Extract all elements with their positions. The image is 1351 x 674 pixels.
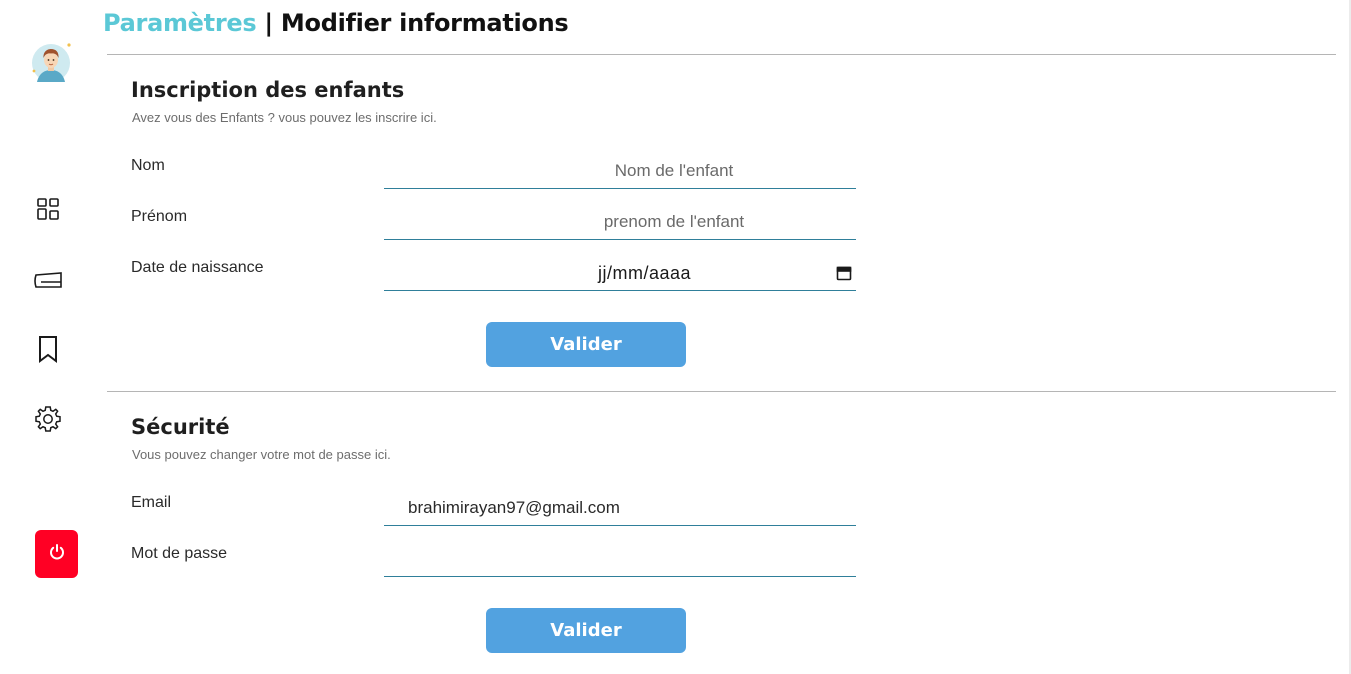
logout-button[interactable] [35, 530, 78, 578]
header-divider [107, 54, 1336, 55]
breadcrumb-separator: | [256, 9, 281, 37]
gear-icon[interactable] [32, 403, 64, 435]
breadcrumb-section[interactable]: Paramètres [103, 9, 257, 37]
section-title: Sécurité [131, 415, 230, 439]
section-title: Inscription des enfants [131, 78, 405, 102]
calendar-icon[interactable] [836, 265, 852, 281]
birthdate-value: jj/mm/aaaa [598, 263, 692, 283]
email-field[interactable] [384, 490, 856, 526]
child-firstname-label: Prénom [131, 208, 188, 225]
birthdate-input[interactable]: jj/mm/aaaa [384, 255, 856, 291]
email-label: Email [131, 494, 172, 511]
power-icon [48, 543, 66, 566]
child-name-label: Nom [131, 157, 165, 174]
dashboard-icon[interactable] [32, 193, 64, 225]
user-avatar[interactable] [28, 40, 74, 86]
password-field[interactable] [384, 541, 856, 577]
bookmark-icon[interactable] [32, 333, 64, 365]
breadcrumb-current: Modifier informations [280, 9, 569, 37]
section-subtitle: Vous pouvez changer votre mot de passe i… [132, 447, 391, 462]
child-firstname-input[interactable] [384, 204, 856, 240]
page-title: Paramètres | Modifier informations [103, 9, 569, 37]
ticket-icon[interactable] [32, 263, 64, 295]
section-subtitle: Avez vous des Enfants ? vous pouvez les … [132, 110, 437, 125]
birthdate-label: Date de naissance [131, 259, 264, 276]
sidebar [0, 0, 96, 674]
password-label: Mot de passe [131, 545, 228, 562]
children-submit-button[interactable]: Valider [486, 322, 686, 367]
child-name-input[interactable] [384, 153, 856, 189]
security-submit-button[interactable]: Valider [486, 608, 686, 653]
section-divider [107, 391, 1336, 392]
